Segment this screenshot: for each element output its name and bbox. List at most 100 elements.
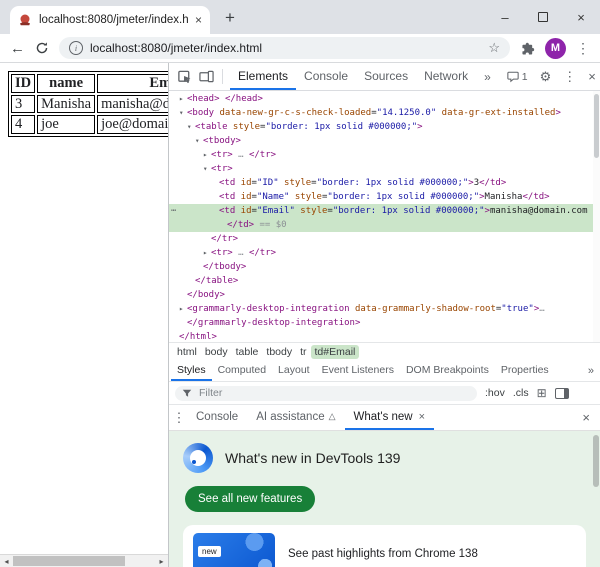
scroll-left-icon[interactable]: ◂: [0, 555, 13, 567]
see-all-features-button[interactable]: See all new features: [185, 486, 315, 512]
sidebar-tab-layout[interactable]: Layout: [272, 360, 316, 381]
styles-filter-input[interactable]: [197, 386, 470, 400]
highlights-card[interactable]: new See past highlights from Chrome 138: [183, 525, 586, 567]
sidebar-tab-styles[interactable]: Styles: [171, 360, 212, 381]
devtools-close-icon[interactable]: ×: [584, 70, 600, 83]
dom-tree-node[interactable]: </table>: [169, 274, 600, 288]
dom-tree-node[interactable]: </body>: [169, 288, 600, 302]
sidebar-tab-dom-breakpoints[interactable]: DOM Breakpoints: [400, 360, 495, 381]
scroll-right-icon[interactable]: ▸: [155, 555, 168, 567]
page-viewport: IDnameEmail 3Manishamanisha@domain.com4j…: [0, 63, 168, 567]
panel-toggle-icon[interactable]: [555, 388, 569, 399]
table-cell: joe: [37, 115, 95, 134]
drawer-tab-console[interactable]: Console: [187, 405, 247, 430]
dom-tree-node[interactable]: </tr>: [169, 232, 600, 246]
maximize-button[interactable]: [524, 0, 562, 34]
extensions-icon[interactable]: [520, 41, 535, 56]
dom-tree-node[interactable]: </td> == $0: [169, 218, 600, 232]
scroll-track[interactable]: [13, 555, 155, 567]
minimize-button[interactable]: –: [486, 0, 524, 34]
twisty-icon[interactable]: ▾: [187, 120, 195, 134]
devtools-tab-network[interactable]: Network: [416, 63, 476, 90]
dom-tree-node[interactable]: </tbody>: [169, 260, 600, 274]
more-actions-icon[interactable]: ⋯: [171, 204, 175, 218]
device-toolbar-icon[interactable]: [197, 67, 215, 87]
dom-tree-node[interactable]: ▾<table style="border: 1px solid #000000…: [169, 120, 600, 134]
scroll-thumb[interactable]: [13, 556, 125, 566]
cls-toggle[interactable]: .cls: [513, 387, 529, 399]
site-info-icon[interactable]: i: [69, 41, 83, 55]
dom-tree-node[interactable]: ⋯<td id="Email" style="border: 1px solid…: [169, 204, 600, 218]
tab-close-icon[interactable]: ×: [419, 411, 425, 423]
hov-toggle[interactable]: :hov: [485, 387, 505, 399]
issues-badge[interactable]: 1: [503, 71, 532, 83]
close-button[interactable]: ×: [562, 0, 600, 34]
tab-close-icon[interactable]: ×: [195, 14, 202, 26]
dom-tree-node[interactable]: ▾<tr>: [169, 162, 600, 176]
table-cell: 4: [11, 115, 35, 134]
devtools-tab-elements[interactable]: Elements: [230, 63, 296, 90]
dom-tree-node[interactable]: ▾<body data-new-gr-c-s-check-loaded="14.…: [169, 106, 600, 120]
twisty-icon[interactable]: ▸: [179, 92, 187, 106]
breadcrumb-item-tbody[interactable]: tbody: [262, 345, 296, 359]
elements-scrollbar[interactable]: [593, 91, 600, 342]
breadcrumb-bar: htmlbodytabletbodytrtd#Email: [169, 342, 600, 360]
new-tab-button[interactable]: +: [218, 6, 242, 30]
inspect-icon[interactable]: [175, 67, 193, 87]
card-thumbnail: new: [193, 533, 275, 567]
reload-icon[interactable]: [35, 41, 49, 55]
dom-tree-node[interactable]: <td id="Name" style="border: 1px solid #…: [169, 190, 600, 204]
devtools-toolbar: ElementsConsoleSourcesNetwork » 1 ⚙ ⋮ ×: [169, 63, 600, 91]
profile-avatar[interactable]: M: [545, 38, 566, 59]
back-icon[interactable]: ←: [10, 41, 25, 56]
breadcrumb-item-td-email[interactable]: td#Email: [311, 345, 360, 359]
browser-menu-icon[interactable]: ⋮: [576, 40, 590, 57]
more-panels-icon[interactable]: »: [480, 70, 495, 84]
drawer-scrollbar[interactable]: [593, 435, 599, 487]
breadcrumb-item-html[interactable]: html: [173, 345, 201, 359]
drawer-close-icon[interactable]: ×: [574, 410, 598, 425]
twisty-icon[interactable]: ▾: [195, 134, 203, 148]
browser-toolbar: ← i localhost:8080/jmeter/index.html ☆ M…: [0, 34, 600, 63]
window-controls: – ×: [486, 0, 600, 34]
new-style-rule-icon[interactable]: ⊞: [537, 387, 547, 399]
funnel-icon: [182, 389, 192, 398]
sidebar-tab-computed[interactable]: Computed: [212, 360, 272, 381]
tab-title: localhost:8080/jmeter/index.html: [39, 14, 188, 26]
sidebar-tab-event-listeners[interactable]: Event Listeners: [316, 360, 400, 381]
scroll-thumb[interactable]: [594, 94, 599, 158]
dom-tree-node[interactable]: ▸<tr> … </tr>: [169, 148, 600, 162]
dom-tree-node[interactable]: </html>: [169, 330, 600, 342]
devtools-tab-console[interactable]: Console: [296, 63, 356, 90]
settings-gear-icon[interactable]: ⚙: [536, 70, 556, 83]
dom-tree-node[interactable]: ▸<tr> … </tr>: [169, 246, 600, 260]
twisty-icon[interactable]: ▾: [179, 106, 187, 120]
devtools-tab-sources[interactable]: Sources: [356, 63, 416, 90]
drawer-menu-icon[interactable]: ⋮: [171, 410, 187, 426]
page-h-scrollbar[interactable]: ◂ ▸: [0, 554, 168, 567]
drawer-tab-what-s-new[interactable]: What's new×: [345, 405, 435, 430]
sidebar-tab-properties[interactable]: Properties: [495, 360, 555, 381]
new-badge: new: [198, 546, 221, 557]
devtools-panel: ElementsConsoleSourcesNetwork » 1 ⚙ ⋮ × …: [168, 63, 600, 567]
dom-tree-node[interactable]: ▾<tbody>: [169, 134, 600, 148]
twisty-icon[interactable]: ▸: [203, 246, 211, 260]
styles-filter-field[interactable]: [175, 386, 477, 401]
sidebar-more-icon[interactable]: »: [588, 365, 598, 377]
dom-tree-node[interactable]: <td id="ID" style="border: 1px solid #00…: [169, 176, 600, 190]
bookmark-star-icon[interactable]: ☆: [488, 40, 500, 56]
drawer-tab-ai-assistance[interactable]: AI assistance△: [247, 405, 344, 430]
twisty-icon[interactable]: ▸: [179, 302, 187, 316]
address-bar[interactable]: i localhost:8080/jmeter/index.html ☆: [59, 37, 510, 59]
browser-tab[interactable]: localhost:8080/jmeter/index.html ×: [10, 6, 210, 34]
url-text[interactable]: localhost:8080/jmeter/index.html: [90, 41, 481, 55]
breadcrumb-item-body[interactable]: body: [201, 345, 232, 359]
breadcrumb-item-table[interactable]: table: [232, 345, 263, 359]
devtools-menu-icon[interactable]: ⋮: [559, 70, 580, 83]
dom-tree-node[interactable]: ▸<head> </head>: [169, 92, 600, 106]
dom-tree-node[interactable]: </grammarly-desktop-integration>: [169, 316, 600, 330]
twisty-icon[interactable]: ▾: [203, 162, 211, 176]
twisty-icon[interactable]: ▸: [203, 148, 211, 162]
dom-tree-node[interactable]: ▸<grammarly-desktop-integration data-gra…: [169, 302, 600, 316]
breadcrumb-item-tr[interactable]: tr: [296, 345, 310, 359]
